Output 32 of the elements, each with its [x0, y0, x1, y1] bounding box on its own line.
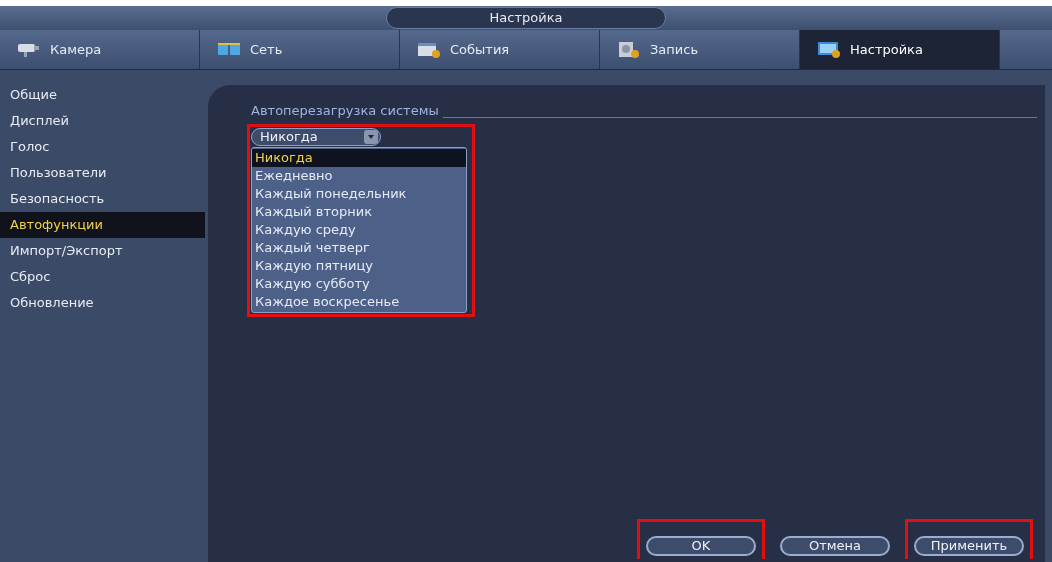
dropdown-option[interactable]: Каждую пятницу — [252, 256, 466, 275]
dropdown-option[interactable]: Каждый вторник — [252, 202, 466, 221]
sidebar-item[interactable]: Сброс — [0, 264, 205, 290]
tab[interactable]: События — [400, 30, 600, 69]
dropdown-option[interactable]: Ежедневно — [252, 166, 466, 185]
dialog-button[interactable]: Применить — [914, 536, 1024, 556]
caret-icon — [364, 129, 378, 144]
sidebar-item[interactable]: Автофункции — [0, 212, 205, 238]
tab[interactable]: Настройка — [800, 30, 1000, 69]
monitor-gear-icon — [816, 40, 842, 59]
window-title: Настройка — [386, 7, 666, 29]
sidebar-item[interactable]: Импорт/Экспорт — [0, 238, 205, 264]
dropdown-option[interactable]: Каждый понедельник — [252, 184, 466, 203]
dropdown[interactable]: Никогда — [251, 127, 381, 146]
dropdown-option[interactable]: Каждую среду — [252, 220, 466, 239]
sidebar-item[interactable]: Обновление — [0, 290, 205, 316]
dropdown-option[interactable]: Каждую субботу — [252, 274, 466, 293]
sidebar-item[interactable]: Дисплей — [0, 108, 205, 134]
tab[interactable]: Камера — [0, 30, 200, 69]
dropdown-option[interactable]: Каждое воскресенье — [252, 292, 466, 311]
section-title: Автоперезагрузка системы — [251, 102, 439, 120]
dialog-button[interactable]: Отмена — [780, 536, 890, 556]
sidebar-item[interactable]: Общие — [0, 82, 205, 108]
sidebar-item[interactable]: Безопасность — [0, 186, 205, 212]
sidebar-item[interactable]: Голос — [0, 134, 205, 160]
sidebar-item[interactable]: Пользователи — [0, 160, 205, 186]
dropdown-option[interactable]: Никогда — [252, 148, 466, 167]
tab[interactable]: Сеть — [200, 30, 400, 69]
window-gear-icon — [416, 40, 442, 59]
disk-gear-icon — [616, 40, 642, 59]
dialog-button[interactable]: OK — [646, 536, 756, 556]
dropdown-option[interactable]: Каждый четверг — [252, 238, 466, 257]
